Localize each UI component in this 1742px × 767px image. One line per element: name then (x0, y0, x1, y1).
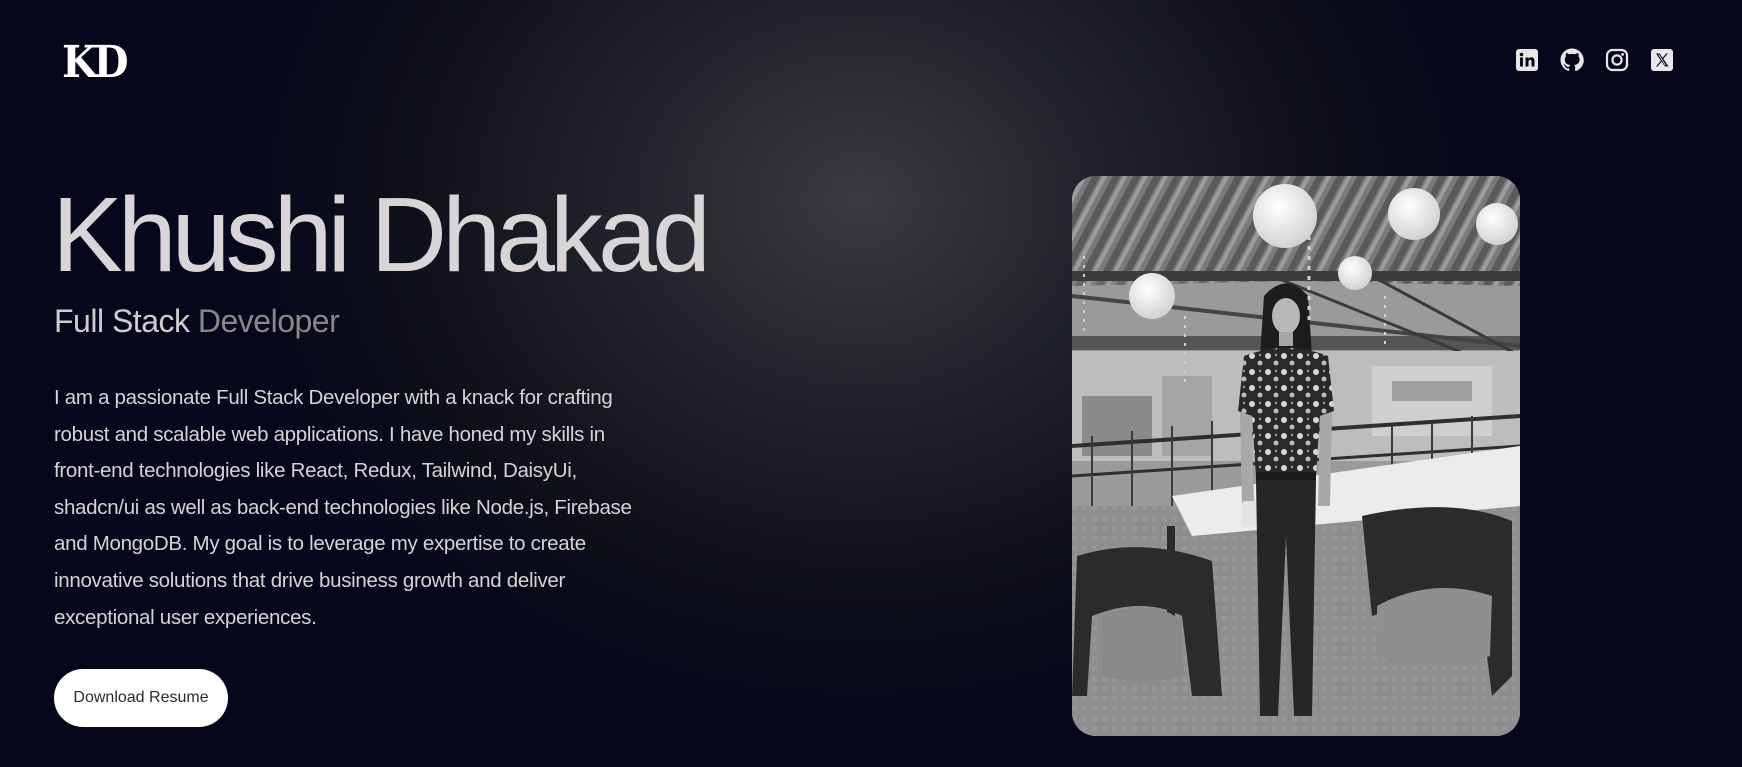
linkedin-link[interactable] (1515, 48, 1539, 72)
social-links (1515, 48, 1674, 72)
download-resume-button[interactable]: Download Resume (54, 669, 228, 727)
x-link[interactable] (1650, 48, 1674, 72)
github-link[interactable] (1560, 48, 1584, 72)
instagram-link[interactable] (1605, 48, 1629, 72)
github-icon (1560, 48, 1584, 72)
hero-name: Khushi Dhakad (52, 176, 711, 294)
logo-text: KD (62, 37, 129, 88)
subtitle-secondary: Developer (197, 303, 340, 339)
hero-bio: I am a passionate Full Stack Developer w… (54, 386, 632, 629)
profile-photo (1072, 176, 1520, 736)
profile-photo-image (1072, 176, 1520, 736)
instagram-icon (1605, 48, 1629, 72)
linkedin-icon (1516, 49, 1538, 71)
logo[interactable]: KD (62, 37, 130, 88)
subtitle-primary: Full Stack (54, 303, 190, 339)
hero-subtitle: Full Stack Developer (54, 303, 340, 340)
x-icon (1651, 49, 1673, 71)
